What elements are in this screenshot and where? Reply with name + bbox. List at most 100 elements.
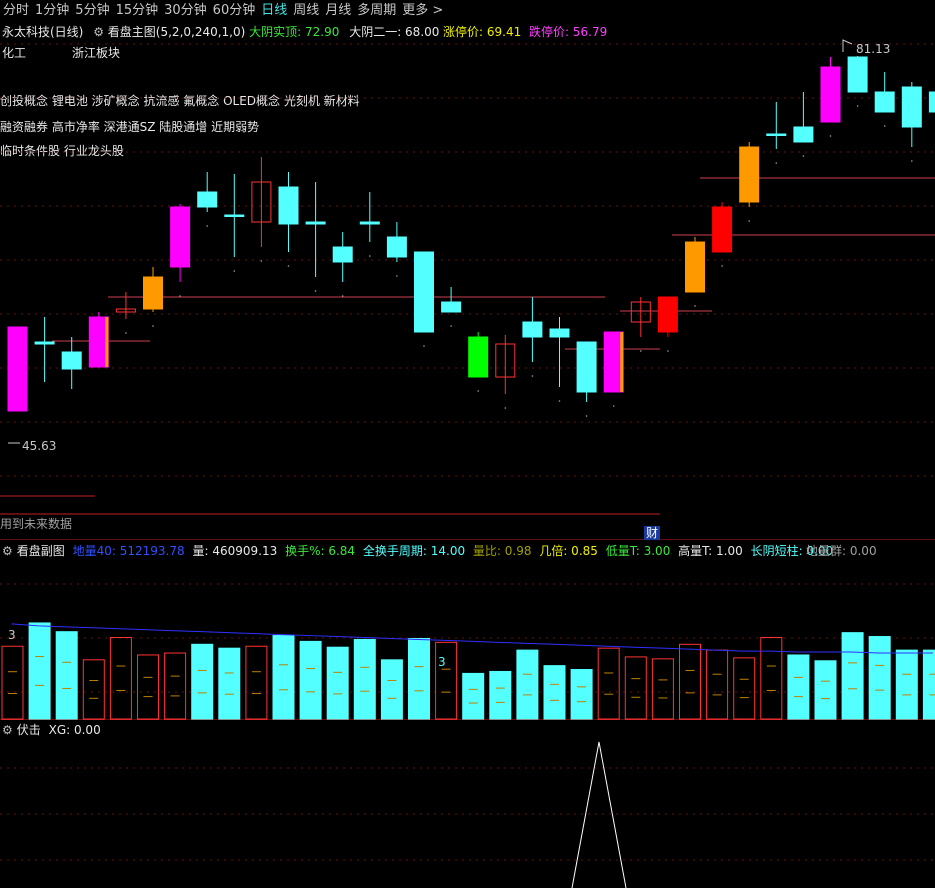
turnover-value: 换手%: 6.84	[285, 544, 356, 558]
high-t-value: 高量T: 1.00	[678, 544, 743, 558]
volume-bar	[82, 659, 105, 720]
dot-marker	[612, 405, 615, 407]
marker-3a: 3	[8, 628, 16, 642]
candle-body	[874, 91, 895, 113]
dot-marker	[748, 220, 750, 222]
dot-marker	[585, 415, 588, 417]
tab-6[interactable]: 日线	[258, 0, 290, 22]
volume-chart[interactable]	[0, 560, 935, 720]
xg-value: XG: 0.00	[48, 723, 101, 737]
full-turnover-value: 全换手周期: 14.00	[362, 544, 466, 558]
volume-bar	[651, 658, 674, 720]
volume-bar	[760, 637, 783, 720]
volume-bar	[489, 670, 512, 720]
dot-marker	[640, 350, 642, 352]
volume-bar	[55, 631, 78, 720]
candle-body	[766, 133, 787, 136]
volume-bar	[814, 660, 837, 720]
volume-bar	[326, 646, 349, 720]
volume-bar	[435, 641, 458, 720]
dot-marker	[125, 332, 127, 334]
ground-value: 地量群: 0.00	[806, 544, 877, 558]
dot-marker	[341, 295, 344, 297]
volume-bar	[137, 654, 159, 720]
candle-body	[847, 56, 868, 93]
ambush-indicator-chart[interactable]	[0, 738, 935, 888]
tab-2[interactable]: 5分钟	[72, 0, 112, 22]
dot-marker	[721, 265, 723, 267]
dot-marker	[504, 407, 507, 409]
tab-8[interactable]: 月线	[322, 0, 354, 22]
dot-marker	[260, 260, 263, 262]
volume-bar	[733, 657, 756, 720]
candle-body	[901, 86, 922, 128]
tab-3[interactable]: 15分钟	[113, 0, 162, 22]
high-arrow	[842, 39, 853, 52]
tab-7[interactable]: 周线	[290, 0, 322, 22]
candle-body	[657, 296, 678, 333]
period-tab-bar: 分时 1分钟 5分钟 15分钟 30分钟 60分钟 日线 周线 月线 多周期 更多 >	[0, 0, 935, 22]
dot-marker	[369, 255, 371, 257]
dot-marker	[883, 125, 886, 127]
tab-4[interactable]: 30分钟	[161, 0, 210, 22]
dot-marker	[287, 265, 290, 267]
candle-body	[386, 236, 407, 258]
candle-body	[143, 276, 163, 310]
volume-bar	[245, 645, 268, 720]
dot-marker	[206, 225, 208, 227]
candle-body	[332, 246, 353, 263]
volume-bar	[462, 672, 485, 720]
candle-body	[793, 126, 814, 143]
dot-marker	[179, 295, 181, 297]
tab-1[interactable]: 1分钟	[32, 0, 72, 22]
dot-marker	[802, 155, 805, 157]
candle-body	[549, 328, 570, 338]
candle-body	[441, 301, 462, 313]
volume-bar	[679, 643, 701, 720]
candle-edge	[620, 332, 624, 392]
dot-marker	[531, 375, 534, 377]
dot-marker	[558, 400, 561, 402]
finance-button[interactable]: 财	[644, 526, 661, 540]
dot-marker	[775, 162, 778, 164]
dot-marker	[856, 105, 859, 107]
volume-bar	[597, 647, 620, 720]
dot-marker	[829, 135, 832, 137]
low-t-value: 低量T: 3.00	[605, 544, 671, 558]
volume-bar	[218, 647, 241, 720]
volume-bar	[299, 640, 322, 720]
tab-0[interactable]: 分时	[0, 0, 32, 22]
volume-bar	[841, 632, 864, 720]
price-chart[interactable]	[0, 22, 935, 540]
tab-9[interactable]: 多周期	[354, 0, 399, 22]
sub-indicator-name[interactable]: 看盘副图	[17, 544, 65, 558]
gear-icon[interactable]: ⚙	[2, 723, 13, 737]
volume-bar	[408, 637, 430, 720]
volume-bar	[706, 649, 729, 720]
ind-name[interactable]: 伏击	[17, 723, 41, 737]
candle-body	[170, 206, 191, 268]
volume-bar	[109, 637, 132, 720]
vol-value: 量: 460909.13	[192, 544, 278, 558]
volume-bar	[191, 643, 214, 720]
ratio-value: 量比: 0.98	[472, 544, 532, 558]
volume-bar	[164, 652, 187, 720]
gear-icon[interactable]: ⚙	[2, 544, 13, 558]
dot-marker	[450, 325, 452, 327]
tab-5[interactable]: 60分钟	[210, 0, 259, 22]
ma-value: 地量40: 512193.78	[72, 544, 185, 558]
low-price-label: 45.63	[22, 439, 57, 453]
dot-marker	[233, 270, 236, 272]
volume-bar	[868, 636, 891, 720]
dot-marker	[477, 390, 480, 392]
volume-bar	[624, 656, 647, 720]
candle-body	[468, 336, 489, 378]
tab-10[interactable]: 更多 >	[399, 0, 446, 22]
candle-body	[414, 251, 434, 333]
candle-body	[739, 146, 760, 203]
times-value: 几倍: 0.85	[539, 544, 598, 558]
candle-body	[928, 91, 935, 113]
candle-body	[522, 321, 543, 338]
volume-bar	[272, 635, 295, 720]
dot-marker	[694, 305, 696, 307]
